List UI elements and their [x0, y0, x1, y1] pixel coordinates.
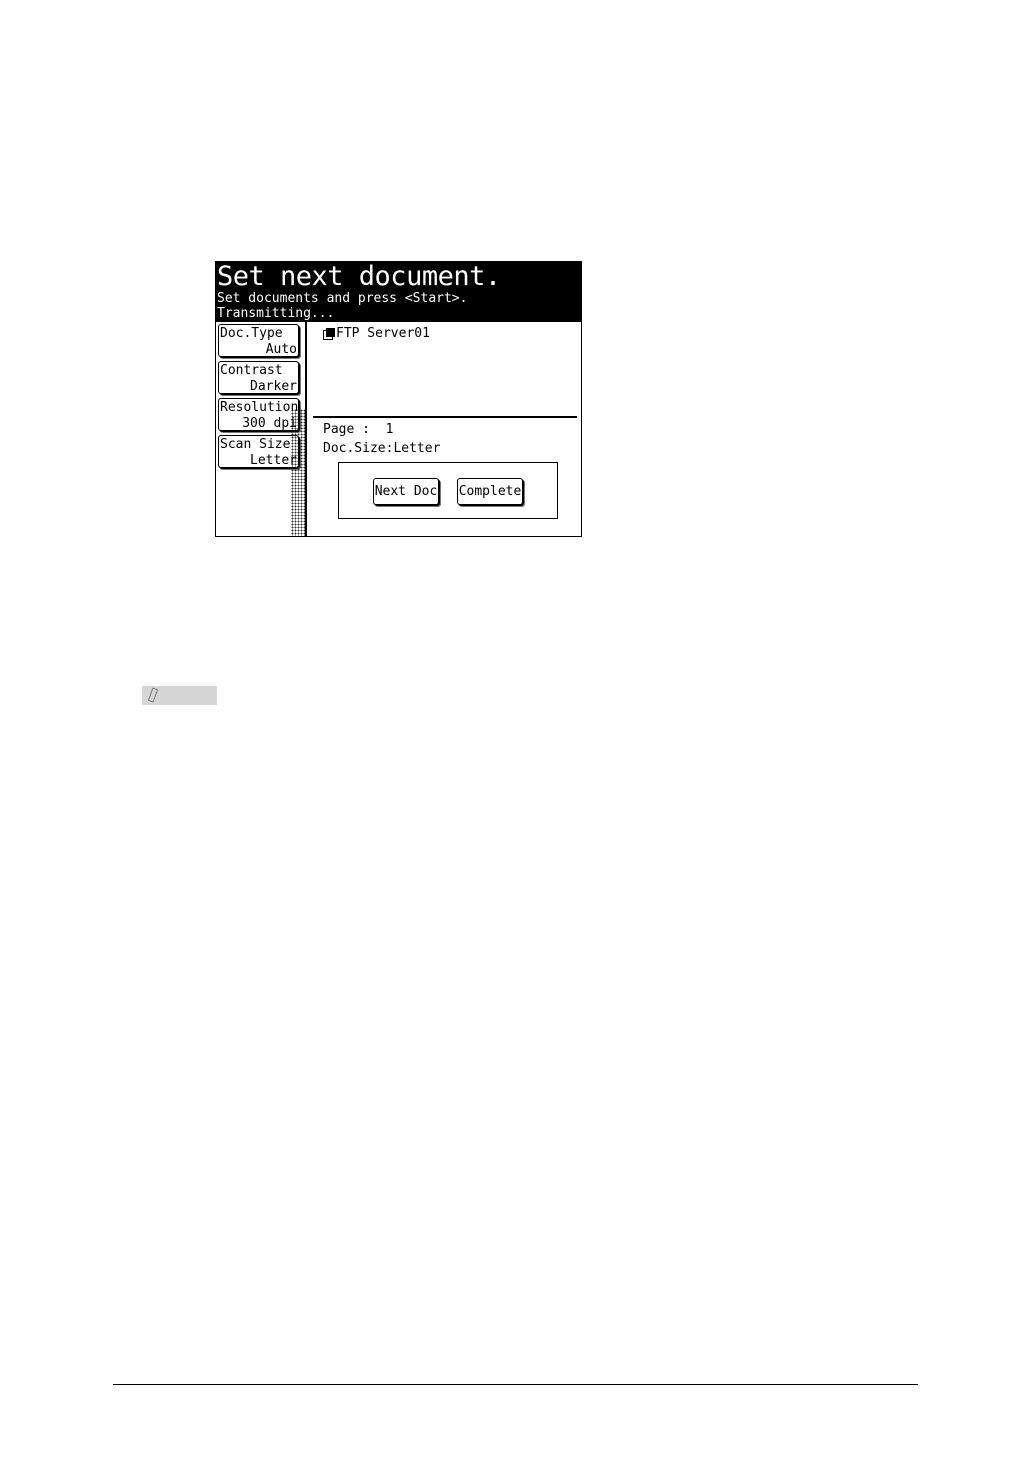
- resolution-button[interactable]: Resolution 300 dpi: [218, 398, 299, 431]
- scan-size-label: Scan Size: [220, 437, 291, 452]
- doc-type-button[interactable]: Doc.Type Auto: [218, 324, 299, 357]
- resolution-value: 300 dpi: [242, 416, 297, 431]
- destination-name: FTP Server01: [336, 326, 430, 341]
- contrast-value: Darker: [250, 379, 297, 394]
- footer-rule: [113, 1384, 918, 1385]
- destination: FTP Server01: [323, 326, 430, 341]
- next-doc-button[interactable]: Next Doc: [373, 478, 439, 505]
- action-panel: Next Doc Complete: [338, 462, 558, 519]
- status-message: Transmitting...: [217, 306, 335, 321]
- scroll-pattern: [291, 409, 305, 537]
- panel-divider: [305, 322, 307, 537]
- scan-size-value: Letter: [250, 453, 297, 468]
- doc-size: Doc.Size:Letter: [323, 441, 441, 456]
- scan-size-button[interactable]: Scan Size Letter: [218, 435, 299, 468]
- resolution-label: Resolution: [220, 400, 299, 415]
- doc-type-value: Auto: [265, 342, 297, 357]
- contrast-label: Contrast: [220, 363, 283, 378]
- contrast-button[interactable]: Contrast Darker: [218, 361, 299, 394]
- doc-type-label: Doc.Type: [220, 326, 283, 341]
- lcd-screen: Set next document. Set documents and pre…: [215, 261, 582, 537]
- instruction-message: Set documents and press <Start>.: [217, 291, 468, 306]
- screen-title: Set next document.: [217, 261, 501, 292]
- complete-button[interactable]: Complete: [457, 478, 523, 505]
- ftp-server-icon: [323, 328, 335, 340]
- pencil-icon: [147, 687, 159, 703]
- screen-header: Set next document. Set documents and pre…: [216, 261, 581, 322]
- page-count: Page : 1: [323, 422, 394, 437]
- note-tag: [142, 686, 217, 705]
- section-divider: [313, 416, 577, 418]
